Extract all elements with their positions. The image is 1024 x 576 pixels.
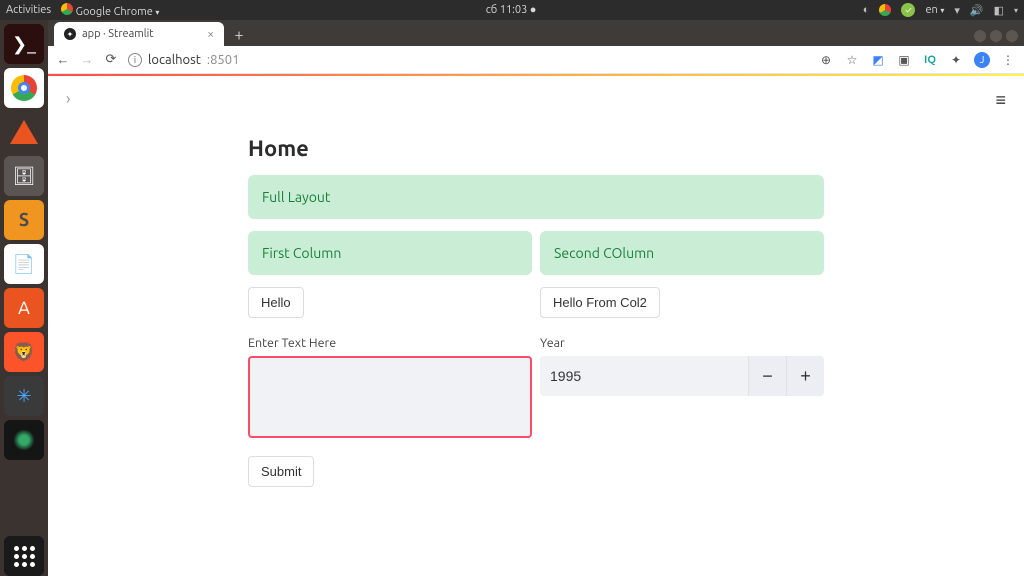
inkscape-launcher[interactable]: ✳ (4, 376, 44, 416)
power-menu-icon[interactable]: ▾ (1014, 6, 1018, 15)
writer-launcher[interactable]: 📄 (4, 244, 44, 284)
hello-button[interactable]: Hello (248, 287, 304, 318)
back-button[interactable]: ← (56, 52, 70, 67)
activities-button[interactable]: Activities (6, 4, 51, 16)
chrome-menu-icon[interactable]: ⋮ (1000, 52, 1016, 68)
url-host: localhost (148, 53, 201, 67)
software-launcher[interactable]: A (4, 288, 44, 328)
tab-title: app · Streamlit (82, 28, 154, 40)
page-title: Home (248, 136, 824, 161)
chrome-launcher[interactable] (4, 68, 44, 108)
text-input-area[interactable] (248, 356, 532, 438)
success-col2: Second COlumn (540, 231, 824, 275)
year-field[interactable] (540, 356, 748, 396)
column-1: First Column Hello Enter Text Here Submi… (248, 231, 532, 487)
maximize-icon[interactable] (990, 30, 1002, 42)
wifi-icon[interactable]: ▾ (954, 4, 960, 17)
brave-launcher[interactable]: 🦁 (4, 332, 44, 372)
hello-col2-button[interactable]: Hello From Col2 (540, 287, 660, 318)
minimize-icon[interactable] (974, 30, 986, 42)
terminal-launcher[interactable]: ❯_ (4, 24, 44, 64)
tab-bar: ✦ app · Streamlit × + (48, 20, 1024, 46)
extension-icon[interactable]: ◩ (870, 52, 886, 68)
success-full-layout: Full Layout (248, 175, 824, 219)
ubuntu-launcher: ❯_ 🗄 S 📄 A 🦁 ✳ (0, 20, 48, 576)
forward-button[interactable]: → (80, 52, 94, 67)
language-indicator[interactable]: en ▾ (925, 4, 944, 16)
extension-iq-icon[interactable]: IQ (922, 52, 938, 68)
url-field[interactable]: i localhost :8501 (128, 53, 808, 67)
chrome-window: ✦ app · Streamlit × + ← → ⟳ i localhost:… (48, 20, 1024, 576)
streamlit-menu-icon[interactable]: ≡ (995, 90, 1006, 111)
success-col1: First Column (248, 231, 532, 275)
window-controls (974, 30, 1024, 46)
submit-button[interactable]: Submit (248, 456, 314, 487)
sublime-launcher[interactable]: S (4, 200, 44, 240)
year-label: Year (540, 336, 824, 350)
ubuntu-top-bar: Activities Google Chrome ▾ сб 11:03 ● ◐ … (0, 0, 1024, 20)
streamlit-page: › ≡ Home Full Layout First Column Hello … (48, 76, 1024, 576)
year-increment-button[interactable]: + (786, 356, 824, 396)
year-number-input: − + (540, 356, 824, 396)
column-2: Second COlumn Hello From Col2 Year − + (540, 231, 824, 487)
camera-launcher[interactable] (4, 420, 44, 460)
chrome-icon (61, 3, 73, 15)
profile-avatar[interactable]: J (974, 52, 990, 68)
extension-icon-2[interactable]: ▣ (896, 52, 912, 68)
close-tab-icon[interactable]: × (207, 28, 214, 41)
update-icon[interactable]: ✓ (901, 3, 915, 17)
files-launcher[interactable]: 🗄 (4, 156, 44, 196)
spacer (4, 464, 44, 532)
main-content: Home Full Layout First Column Hello Ente… (248, 76, 824, 487)
show-apps-launcher[interactable] (4, 536, 44, 576)
active-app-indicator[interactable]: Google Chrome ▾ (61, 3, 159, 18)
browser-tab[interactable]: ✦ app · Streamlit × (54, 22, 224, 46)
notification-icon[interactable]: ◐ (863, 4, 870, 16)
textarea-label: Enter Text Here (248, 336, 532, 350)
volume-icon[interactable]: 🔊 (970, 4, 984, 17)
reload-button[interactable]: ⟳ (104, 52, 118, 67)
chrome-tray-icon[interactable] (879, 4, 891, 16)
vlc-launcher[interactable] (4, 112, 44, 152)
year-decrement-button[interactable]: − (748, 356, 786, 396)
address-bar: ← → ⟳ i localhost :8501 ⊕ ☆ ◩ ▣ IQ ✦ J ⋮ (48, 46, 1024, 74)
close-window-icon[interactable] (1006, 30, 1018, 42)
bookmark-icon[interactable]: ☆ (844, 52, 860, 68)
sidebar-expand-icon[interactable]: › (66, 90, 71, 108)
new-tab-button[interactable]: + (228, 24, 250, 46)
url-port: :8501 (207, 53, 240, 67)
zoom-icon[interactable]: ⊕ (818, 52, 834, 68)
streamlit-favicon: ✦ (64, 28, 76, 40)
extensions-menu-icon[interactable]: ✦ (948, 52, 964, 68)
battery-icon[interactable]: ◧ (994, 4, 1004, 17)
clock[interactable]: сб 11:03 ● (159, 4, 862, 16)
site-info-icon[interactable]: i (128, 53, 142, 67)
